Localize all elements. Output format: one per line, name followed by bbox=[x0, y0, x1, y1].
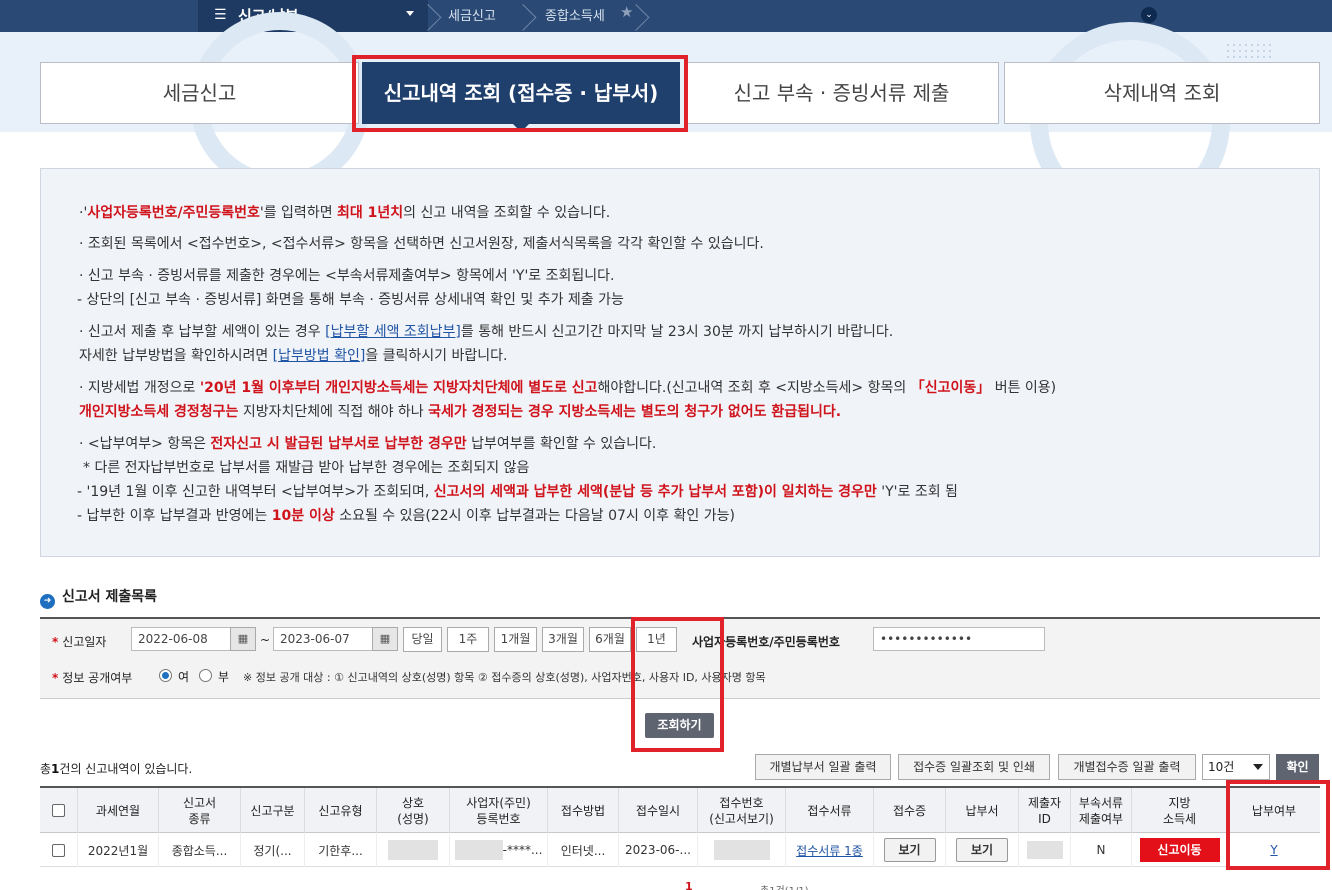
radio-yes-label: 여 bbox=[178, 670, 190, 684]
print-payments-button[interactable]: 개별납부서 일괄 출력 bbox=[755, 754, 891, 780]
pager-info: 총1건(1/1) bbox=[760, 882, 809, 890]
result-count: 총1건의 신고내역이 있습니다. bbox=[40, 762, 193, 776]
notice-line: · 조회된 목록에서 <접수번호>, <접수서류> 항목을 선택하면 신고서원장… bbox=[79, 236, 764, 252]
notice-line: 개인지방소득세 경정청구는 지방자치단체에 직접 해야 하나 국세가 경정되는 … bbox=[79, 404, 842, 420]
print-each-receipt-button[interactable]: 개별접수증 일괄 출력 bbox=[1058, 754, 1196, 780]
breadcrumb-separator bbox=[428, 0, 440, 32]
notice-line: · <납부여부> 항목은 전자신고 시 발급된 납부서로 납부한 경우만 납부여… bbox=[79, 436, 657, 452]
cell-datetime: 2023-06-... bbox=[619, 833, 698, 867]
table-row: 2022년1월 종합소득... 정기(... 기한후... -****... 인… bbox=[40, 833, 1320, 867]
cell-receipt: 보기 bbox=[874, 833, 946, 867]
view-payslip-button[interactable]: 보기 bbox=[956, 838, 1008, 862]
cell-receipt-no[interactable] bbox=[698, 833, 786, 867]
notice-box: ·'사업자등록번호/주민등록번호'를 입력하면 최대 1년치의 신고 내역을 조… bbox=[40, 168, 1320, 557]
highlight-box bbox=[1226, 780, 1330, 870]
period-today-button[interactable]: 당일 bbox=[403, 627, 442, 652]
col-header: 과세연월 bbox=[78, 788, 159, 833]
breadcrumb-item-income-tax[interactable]: 종합소득세 bbox=[545, 5, 605, 24]
view-receipt-button[interactable]: 보기 bbox=[883, 838, 936, 862]
col-header: 접수서류 bbox=[786, 788, 874, 833]
caret-down-icon bbox=[406, 11, 414, 16]
cell-reg-no: -****... bbox=[450, 833, 548, 867]
period-3month-button[interactable]: 3개월 bbox=[542, 627, 584, 652]
date-from-input[interactable]: 2022-06-08 bbox=[131, 627, 231, 651]
date-to-input[interactable]: 2023-06-07 bbox=[273, 627, 373, 651]
cell-payslip: 보기 bbox=[946, 833, 1019, 867]
notice-line: · 지방세법 개정으로 '20년 1월 이후부터 개인지방소득세는 지방자치단체… bbox=[79, 380, 1057, 396]
cell-docs: 접수서류 1종 bbox=[786, 833, 874, 867]
notice-line: - 납부한 이후 납부결과 반영에는 10분 이상 소요될 수 있음(22시 이… bbox=[77, 508, 735, 524]
date-separator: ~ bbox=[260, 633, 271, 647]
notice-line: ·'사업자등록번호/주민등록번호'를 입력하면 최대 1년치의 신고 내역을 조… bbox=[79, 205, 611, 221]
cell-method: 인터넷... bbox=[548, 833, 619, 867]
hamburger-icon: ☰ bbox=[214, 7, 227, 23]
cell-name-masked bbox=[377, 833, 450, 867]
period-1month-button[interactable]: 1개월 bbox=[494, 627, 537, 652]
breadcrumb-separator bbox=[523, 0, 535, 32]
cell-attach: N bbox=[1071, 833, 1132, 867]
cell-type: 종합소득... bbox=[159, 833, 241, 867]
chevron-down-icon bbox=[1253, 764, 1263, 770]
radio-no-label: 부 bbox=[218, 670, 230, 684]
pager-current-page[interactable]: 1 bbox=[685, 880, 693, 890]
notice-line: 자세한 납부방법을 확인하시려면 [납부방법 확인]을 클릭하시기 바랍니다. bbox=[79, 348, 508, 364]
col-header: 제출자 ID bbox=[1019, 788, 1071, 833]
col-header: 신고유형 bbox=[305, 788, 377, 833]
notice-line: · 신고 부속 · 증빙서류를 제출한 경우에는 <부속서류제출여부> 항목에서… bbox=[79, 268, 615, 284]
radio-public-yes[interactable] bbox=[159, 669, 172, 682]
highlight-box bbox=[352, 55, 688, 132]
notice-line: * 다른 전자납부번호로 납부서를 재발급 받아 납부한 경우에는 조회되지 않… bbox=[83, 460, 530, 476]
cell-period: 2022년1월 bbox=[78, 833, 159, 867]
col-header: 지방 소득세 bbox=[1132, 788, 1228, 833]
calendar-icon[interactable]: ▦ bbox=[372, 627, 398, 651]
docs-link[interactable]: 접수서류 1종 bbox=[796, 842, 863, 859]
highlight-box bbox=[631, 617, 724, 752]
cell-kind: 기한후... bbox=[305, 833, 377, 867]
date-label: * 신고일자 bbox=[52, 635, 107, 649]
arrow-right-icon: ➜ bbox=[40, 594, 55, 609]
tab-attachment-submit[interactable]: 신고 부속 · 증빙서류 제출 bbox=[684, 62, 999, 124]
pay-tax-link[interactable]: [납부할 세액 조회납부] bbox=[325, 324, 461, 340]
cell-submitter-id bbox=[1019, 833, 1071, 867]
tab-tax-filing[interactable]: 세금신고 bbox=[40, 62, 359, 124]
chevron-down-icon[interactable]: ⌄ bbox=[1141, 7, 1157, 23]
col-header: 접수일시 bbox=[619, 788, 698, 833]
col-header: 부속서류 제출여부 bbox=[1071, 788, 1132, 833]
col-header: 접수증 bbox=[874, 788, 946, 833]
breadcrumb-separator bbox=[636, 0, 648, 32]
confirm-button[interactable]: 확인 bbox=[1276, 754, 1319, 780]
cell-category: 정기(... bbox=[241, 833, 305, 867]
notice-line: - 상단의 [신고 부속 · 증빙서류] 화면을 통해 부속 · 증빙서류 상세… bbox=[77, 292, 624, 308]
col-header: 접수방법 bbox=[548, 788, 619, 833]
tab-deleted-history[interactable]: 삭제내역 조회 bbox=[1004, 62, 1320, 124]
col-header: 납부서 bbox=[946, 788, 1019, 833]
page-size-select[interactable]: 10건 bbox=[1202, 754, 1270, 780]
col-header: 접수번호 (신고서보기) bbox=[698, 788, 786, 833]
row-checkbox[interactable] bbox=[52, 843, 65, 857]
select-all-checkbox-cell[interactable] bbox=[40, 788, 78, 833]
notice-line: - '19년 1월 이후 신고한 내역부터 <납부여부>가 조회되며, 신고서의… bbox=[77, 484, 958, 500]
col-header: 신고구분 bbox=[241, 788, 305, 833]
col-header: 상호 (성명) bbox=[377, 788, 450, 833]
col-header: 사업자(주민) 등록번호 bbox=[450, 788, 548, 833]
pay-method-link[interactable]: [납부방법 확인] bbox=[273, 348, 366, 364]
report-move-button[interactable]: 신고이동 bbox=[1139, 838, 1220, 862]
radio-public-no[interactable] bbox=[199, 669, 212, 682]
print-receipts-button[interactable]: 접수증 일괄조회 및 인쇄 bbox=[898, 754, 1050, 780]
section-title: ➜ 신고서 제출목록 bbox=[40, 586, 157, 609]
select-all-checkbox[interactable] bbox=[52, 804, 65, 817]
calendar-icon[interactable]: ▦ bbox=[230, 627, 256, 651]
col-header: 신고서 종류 bbox=[159, 788, 241, 833]
notice-line: · 신고서 제출 후 납부할 세액이 있는 경우 [납부할 세액 조회납부]를 … bbox=[79, 324, 894, 340]
public-label: * 정보 공개여부 bbox=[52, 671, 133, 685]
cell-local-tax: 신고이동 bbox=[1132, 833, 1228, 867]
row-checkbox-cell[interactable] bbox=[40, 833, 78, 867]
id-input[interactable]: ••••••••••••• bbox=[873, 627, 1045, 651]
table-header: 과세연월 신고서 종류 신고구분 신고유형 상호 (성명) 사업자(주민) 등록… bbox=[40, 786, 1320, 833]
period-1week-button[interactable]: 1주 bbox=[447, 627, 489, 652]
period-6month-button[interactable]: 6개월 bbox=[589, 627, 631, 652]
breadcrumb-item-tax-filing[interactable]: 세금신고 bbox=[448, 5, 496, 24]
